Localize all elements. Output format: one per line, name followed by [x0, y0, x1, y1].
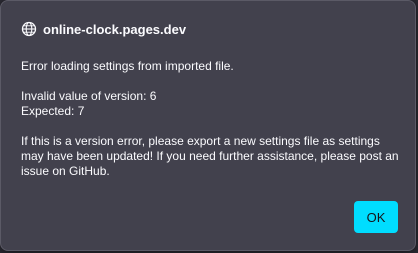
globe-icon [21, 21, 37, 37]
dialog-message: Error loading settings from imported fil… [21, 59, 399, 194]
dialog-header: online-clock.pages.dev [21, 19, 186, 39]
dialog-origin: online-clock.pages.dev [43, 21, 187, 37]
alert-dialog: online-clock.pages.dev Error loading set… [0, 0, 416, 251]
error-help: If this is a version error, please expor… [21, 134, 402, 178]
error-summary: Error loading settings from imported fil… [21, 59, 234, 73]
ok-button[interactable]: OK [354, 201, 398, 233]
error-details: Invalid value of version: 6 Expected: 7 [21, 89, 157, 118]
